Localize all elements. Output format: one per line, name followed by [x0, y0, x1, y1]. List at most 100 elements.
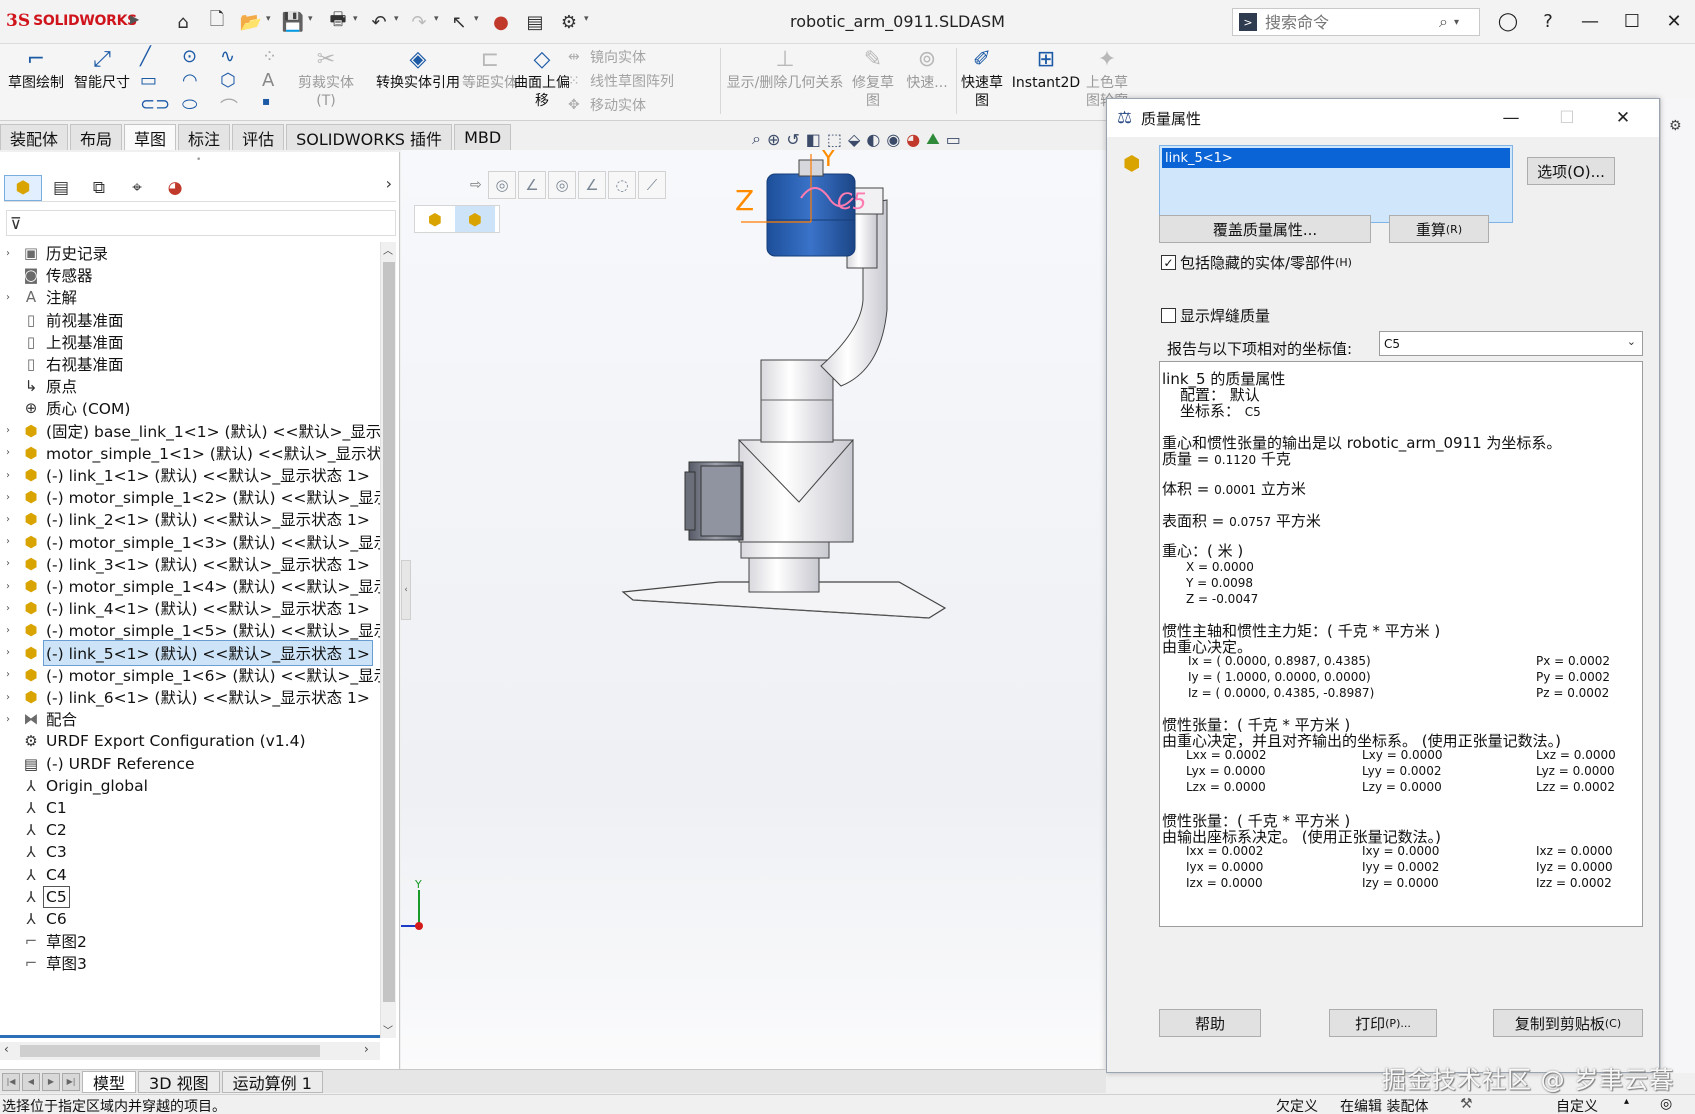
text-icon[interactable]: A: [262, 70, 274, 91]
tree-item[interactable]: › A 注解: [0, 285, 79, 309]
tree-item[interactable]: ⅄ Origin_global: [0, 774, 150, 798]
circle-snap-icon[interactable]: ◎: [488, 171, 516, 199]
instant2d-button[interactable]: ⊞ Instant2D: [1008, 46, 1084, 118]
offset-on-surface-button[interactable]: ◇ 曲面上偏移: [514, 46, 570, 118]
point-icon[interactable]: ▪: [262, 94, 270, 108]
tree-item[interactable]: › ⬢ (-) link_2<1> (默认) <<默认>_显示状态 1>: [0, 507, 372, 531]
panel-grip[interactable]: •: [196, 155, 201, 165]
next-tab-icon[interactable]: ▶: [42, 1072, 60, 1091]
expand-arrow-icon[interactable]: ›: [6, 447, 20, 458]
tree-item[interactable]: ⅄ C3: [0, 840, 69, 864]
expand-arrow-icon[interactable]: ›: [6, 536, 20, 547]
tree-item[interactable]: ⅄ C6: [0, 907, 69, 931]
dialog-close-icon[interactable]: ✕: [1603, 105, 1643, 131]
redo-dropdown-icon[interactable]: ▾: [434, 14, 439, 24]
tree-item[interactable]: › ⬢ (-) motor_simple_1<2> (默认) <<默认>_显示状: [0, 485, 380, 509]
spline-icon[interactable]: ∿: [220, 46, 235, 67]
units-dropdown-icon[interactable]: ▴: [1624, 1096, 1629, 1107]
expand-panel-icon[interactable]: ›: [386, 174, 392, 193]
graphics-area[interactable]: Y Z C5 Y Z: [401, 150, 1108, 1069]
view-orientation-icon[interactable]: ⬙: [848, 130, 860, 149]
tree-item[interactable]: ⅄ C5: [0, 885, 70, 909]
selection-list[interactable]: link_5<1>: [1159, 145, 1513, 223]
display-style-icon[interactable]: ◐: [866, 130, 880, 149]
tree-rollback-bar[interactable]: [0, 1035, 380, 1038]
selected-item[interactable]: link_5<1>: [1162, 148, 1510, 168]
redo-icon[interactable]: ↷: [406, 9, 432, 35]
home-icon[interactable]: ⌂: [170, 9, 196, 35]
menu-expand-arrow-icon[interactable]: ▶: [130, 12, 139, 26]
solidworks-logo[interactable]: 3S SOLIDWORKS: [6, 10, 137, 32]
expand-arrow-icon[interactable]: ›: [6, 425, 20, 436]
move-entities-button[interactable]: ✥ 移动实体: [568, 94, 646, 116]
tab-assembly[interactable]: 装配体: [0, 124, 69, 150]
tree-item[interactable]: › ⬢ (-) motor_simple_1<4> (默认) <<默认>_显示状: [0, 574, 380, 598]
undo-dropdown-icon[interactable]: ▾: [394, 14, 399, 24]
expand-arrow-icon[interactable]: ›: [6, 581, 20, 592]
select-pointer-icon[interactable]: ↖: [446, 9, 472, 35]
expand-arrow-icon[interactable]: ›: [6, 625, 20, 636]
dynamic-annotation-icon[interactable]: ⬚: [827, 130, 842, 149]
file-properties-icon[interactable]: ▤: [522, 9, 548, 35]
offset-entities-button[interactable]: ⊏ 等距实体: [462, 46, 518, 118]
expand-arrow-icon[interactable]: ›: [6, 669, 20, 680]
robot-arm-model[interactable]: [401, 150, 1108, 1069]
expand-arrow-icon[interactable]: ›: [6, 248, 20, 259]
section-view-icon[interactable]: ◧: [806, 130, 821, 149]
tree-item[interactable]: › ⬢ (-) link_3<1> (默认) <<默认>_显示状态 1>: [0, 552, 372, 576]
configuration-manager-tab-icon[interactable]: ⧉: [80, 175, 118, 201]
tree-item[interactable]: ▯ 前视基准面: [0, 308, 126, 332]
rectangle-icon[interactable]: ▭: [140, 70, 157, 91]
repair-sketch-button[interactable]: ✎ 修复草图: [846, 46, 900, 118]
rebuild-traffic-light-icon[interactable]: ●: [488, 9, 514, 35]
tangent-icon[interactable]: ∠: [578, 171, 606, 199]
tab-motion-study[interactable]: 运动算例 1: [221, 1070, 323, 1093]
concentric-icon[interactable]: ◎: [548, 171, 576, 199]
angle-snap-icon[interactable]: ∠: [518, 171, 546, 199]
include-hidden-checkbox[interactable]: ✓ 包括隐藏的实体/零部件 (H): [1161, 252, 1352, 273]
circle-icon[interactable]: ⊙: [182, 46, 197, 67]
select-dropdown-icon[interactable]: ▾: [474, 14, 479, 24]
tree-item[interactable]: › ⧓ 配合: [0, 707, 79, 731]
tree-item[interactable]: ⅄ C4: [0, 863, 69, 887]
smart-dimension-button[interactable]: ⤢ 智能尺寸: [66, 46, 138, 118]
scroll-left-icon[interactable]: ‹: [4, 1042, 9, 1056]
search-icon[interactable]: ⌕: [1439, 12, 1448, 32]
tree-vertical-scrollbar[interactable]: ︿ ﹀: [380, 242, 396, 1038]
dimxpert-tab-icon[interactable]: ⌖: [118, 175, 156, 201]
expand-arrow-icon[interactable]: ›: [6, 558, 20, 569]
tree-item[interactable]: ◙ 传感器: [0, 263, 95, 287]
property-manager-tab-icon[interactable]: ▤: [42, 175, 80, 201]
mirror-entities-button[interactable]: ⇹ 镜向实体: [568, 46, 646, 68]
help-icon[interactable]: ?: [1528, 6, 1568, 36]
line-icon[interactable]: ╱: [140, 46, 151, 67]
print-button[interactable]: 打印 (P)...: [1329, 1009, 1437, 1037]
last-tab-icon[interactable]: ▶|: [62, 1072, 80, 1091]
tab-mbd[interactable]: MBD: [454, 124, 512, 150]
tree-item[interactable]: ⅄ C1: [0, 796, 69, 820]
save-dropdown-icon[interactable]: ▾: [308, 14, 313, 24]
previous-view-icon[interactable]: ↺: [786, 130, 799, 149]
expand-arrow-icon[interactable]: ›: [6, 492, 20, 503]
expand-arrow-icon[interactable]: ›: [6, 470, 20, 481]
tab-3d-view[interactable]: 3D 视图: [138, 1070, 220, 1093]
fillet-icon[interactable]: ⌒: [220, 94, 238, 120]
point-snap-icon[interactable]: ◌: [608, 171, 636, 199]
expand-arrow-icon[interactable]: ›: [6, 647, 20, 658]
linear-sketch-pattern-button[interactable]: ⁙ 线性草图阵列: [568, 70, 674, 92]
tab-sketch[interactable]: 草图: [124, 124, 177, 150]
tab-model[interactable]: 模型: [82, 1070, 137, 1093]
task-pane-settings-icon[interactable]: ⚙: [1669, 118, 1682, 134]
search-input[interactable]: [1265, 12, 1435, 32]
display-delete-relations-button[interactable]: ⊥ 显示/删除几何关系: [722, 46, 848, 118]
close-icon[interactable]: ✕: [1654, 6, 1694, 36]
tree-item[interactable]: ▯ 右视基准面: [0, 352, 126, 376]
tab-solidworks-addins[interactable]: SOLIDWORKS 插件: [286, 124, 453, 150]
tree-item[interactable]: ⚙ URDF Export Configuration (v1.4): [0, 729, 308, 753]
grid-snap-icon[interactable]: ⁘: [262, 46, 277, 67]
toolbar-arrow-icon[interactable]: ⇨: [470, 177, 486, 193]
expand-arrow-icon[interactable]: ›: [6, 714, 20, 725]
print-dropdown-icon[interactable]: ▾: [353, 14, 358, 24]
zoom-area-icon[interactable]: ⊕: [767, 130, 780, 149]
apply-scene-icon[interactable]: ⛰: [926, 129, 939, 149]
